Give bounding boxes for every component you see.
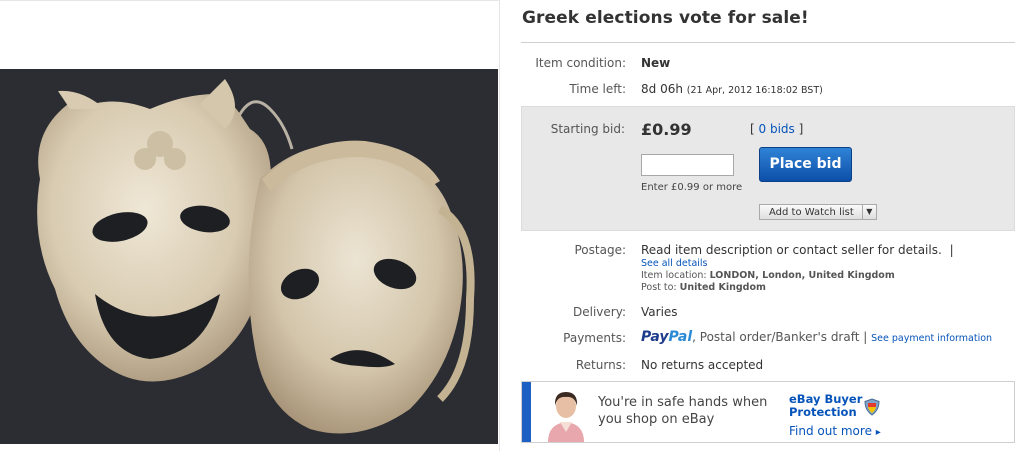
bid-count: [ 0 bids ] [750, 122, 803, 136]
postage-text: Read item description or contact seller … [641, 243, 942, 257]
starting-bid-price: £0.99 [641, 120, 692, 139]
safe-hands-message: You're in safe hands when you shop on eB… [598, 394, 767, 428]
time-left-label: Time left: [569, 82, 626, 96]
paypal-logo: PayPal [641, 329, 692, 345]
item-location-value: LONDON, London, United Kingdom [709, 270, 895, 281]
post-to-label: Post to: [641, 282, 677, 293]
safe-hands-line2: you shop on eBay [598, 412, 715, 427]
paypal-logo-pal: Pal [668, 329, 693, 345]
time-left-value: 8d 06h (21 Apr, 2012 16:18:02 BST) [641, 82, 823, 96]
buyer-protection-title: eBay Buyer Protection [789, 393, 862, 419]
see-payment-information-link[interactable]: See payment information [871, 333, 992, 344]
title-divider [521, 42, 1015, 43]
time-left-remaining: 8d 06h [641, 82, 683, 96]
banner-accent-bar [522, 382, 531, 442]
payments-label: Payments: [563, 331, 626, 345]
listing-title: Greek elections vote for sale! [522, 8, 809, 28]
place-bid-button[interactable]: Place bid [759, 147, 852, 182]
returns-label: Returns: [575, 358, 626, 372]
starting-bid-label: Starting bid: [550, 122, 625, 136]
returns-value: No returns accepted [641, 358, 764, 372]
postage-separator: | [949, 243, 954, 257]
bid-count-link[interactable]: 0 bids [759, 122, 795, 136]
listing-details: Greek elections vote for sale! Item cond… [521, 0, 1016, 451]
item-location-label: Item location: [641, 270, 707, 281]
delivery-value: Varies [641, 305, 678, 319]
bid-amount-input[interactable] [641, 154, 734, 176]
watch-list-label[interactable]: Add to Watch list [760, 205, 863, 219]
shield-icon [864, 398, 880, 416]
bid-count-close: ] [798, 122, 804, 136]
bid-count-open: [ [750, 122, 755, 136]
bid-panel: Starting bid: £0.99 [ 0 bids ] Place bid… [521, 106, 1015, 231]
time-left-end: (21 Apr, 2012 16:18:02 BST) [686, 85, 823, 96]
buyer-protection-banner[interactable]: You're in safe hands when you shop on eB… [521, 381, 1015, 443]
arrow-right-icon[interactable]: ▸ [876, 427, 881, 438]
post-to-value: United Kingdom [679, 282, 766, 293]
postage-label: Postage: [574, 243, 626, 257]
post-to: Post to: United Kingdom [641, 282, 766, 293]
condition-value: New [641, 56, 671, 70]
find-out-more-link[interactable]: Find out more ▸ [789, 424, 881, 438]
add-to-watch-list-button[interactable]: Add to Watch list ▼ [759, 204, 877, 220]
bid-hint: Enter £0.99 or more [641, 182, 743, 193]
delivery-label: Delivery: [573, 305, 626, 319]
chevron-down-icon[interactable]: ▼ [863, 205, 876, 219]
item-image-frame [0, 0, 500, 451]
item-location: Item location: LONDON, London, United Ki… [641, 270, 895, 281]
paypal-logo-pay: Pay [641, 329, 669, 345]
condition-label: Item condition: [535, 56, 626, 70]
buyer-protection-title-line2: Protection [789, 405, 857, 419]
payments-value: PayPal, Postal order/Banker's draft | Se… [641, 329, 992, 345]
item-photo[interactable] [0, 69, 498, 444]
postage-value: Read item description or contact seller … [641, 243, 954, 257]
safe-hands-line1: You're in safe hands when [598, 395, 768, 410]
see-all-details-link[interactable]: See all details [641, 258, 708, 269]
customer-service-person-image [548, 392, 584, 442]
find-out-more-text[interactable]: Find out more [789, 424, 872, 438]
payments-other: , Postal order/Banker's draft [692, 330, 860, 344]
payments-separator: | [863, 330, 868, 344]
